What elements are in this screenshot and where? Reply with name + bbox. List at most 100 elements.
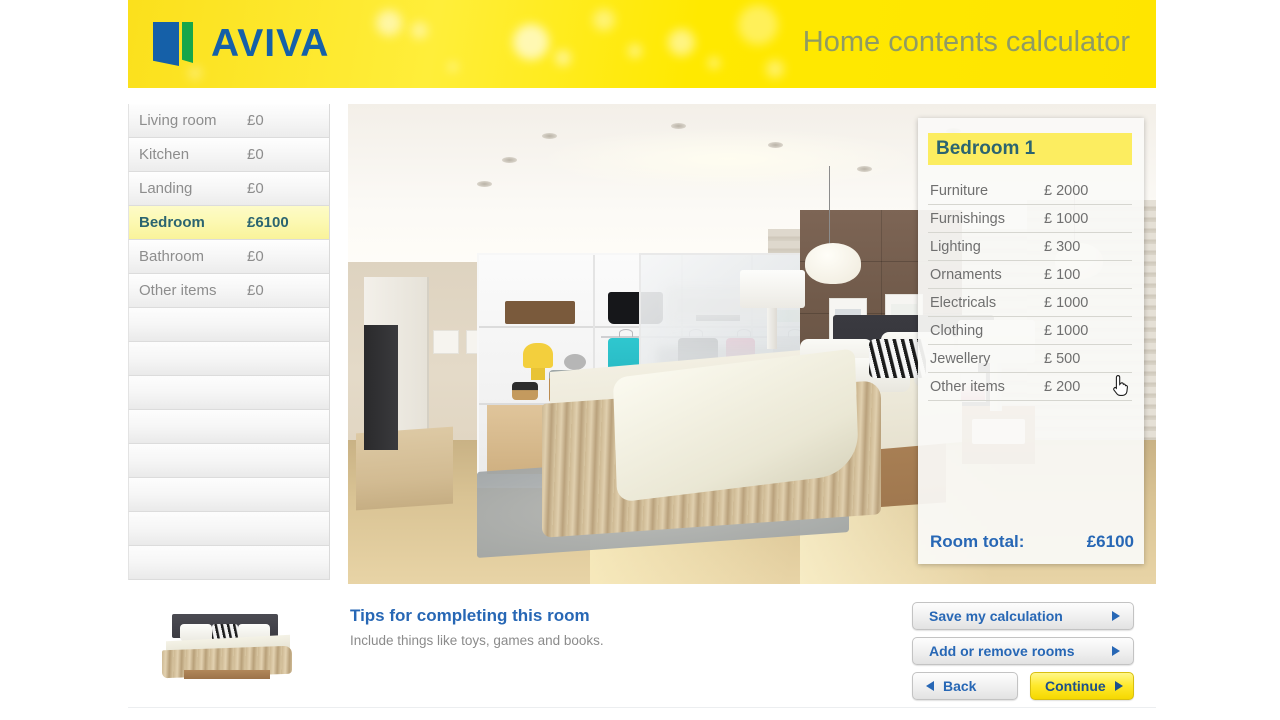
back-button[interactable]: Back	[912, 672, 1018, 700]
table-lamp-left	[739, 269, 805, 308]
pendant-light	[804, 243, 862, 284]
chevron-right-icon	[1112, 646, 1120, 656]
item-category-row[interactable]: Electricals £ 1000	[928, 289, 1132, 317]
sidebar-empty-row	[128, 410, 330, 444]
room-total-label: Room total:	[930, 532, 1025, 551]
item-category-list: Furniture £ 2000 Furnishings £ 1000 Lighting…	[928, 177, 1132, 401]
logo-wordmark: AVIVA	[211, 22, 330, 65]
header-bokeh-light	[376, 10, 402, 36]
rooms-button-label: Add or remove rooms	[929, 643, 1075, 659]
logo-blue-flag-shape	[153, 22, 179, 66]
page-title: Home contents calculator	[802, 26, 1130, 58]
room-thumbnail-bed	[150, 604, 310, 690]
item-category-row[interactable]: Jewellery £ 500	[928, 345, 1132, 373]
television	[364, 324, 399, 450]
item-category-row[interactable]: Clothing £ 1000	[928, 317, 1132, 345]
header-bokeh-light	[766, 60, 784, 78]
chevron-right-icon	[1112, 611, 1120, 621]
sidebar-room-value: £0	[247, 180, 264, 197]
page-header: AVIVA Home contents calculator	[128, 0, 1156, 88]
item-category-label: Electricals	[930, 294, 997, 311]
aviva-flag-icon	[153, 22, 197, 66]
header-bokeh-light	[188, 66, 202, 80]
sidebar-room-value: £0	[247, 112, 264, 129]
sidebar-room-row[interactable]: Other items £0	[128, 274, 330, 308]
ceiling-downlight-icon	[541, 132, 557, 139]
thumb-bed-base	[184, 670, 270, 679]
header-bokeh-light	[708, 57, 720, 69]
tips-subtitle: Include things like toys, games and book…	[350, 633, 604, 648]
continue-button[interactable]: Continue	[1030, 672, 1134, 700]
item-category-amount: £ 200	[1044, 378, 1081, 395]
decorative-plate	[563, 354, 586, 371]
item-category-label: Furniture	[930, 182, 989, 199]
trophy	[523, 342, 553, 369]
item-category-row[interactable]: Furnishings £ 1000	[928, 205, 1132, 233]
sidebar-room-name: Bathroom	[139, 248, 205, 265]
item-category-row[interactable]: Furniture £ 2000	[928, 177, 1132, 205]
item-category-amount: £ 1000	[1044, 322, 1089, 339]
ceiling-downlight-icon	[501, 156, 517, 163]
pendant-light-cord	[828, 166, 830, 248]
sidebar-room-name: Landing	[139, 180, 193, 197]
sidebar-room-name: Living room	[139, 112, 217, 129]
app-root: AVIVA Home contents calculator Living ro…	[0, 0, 1280, 720]
header-bokeh-light	[593, 9, 615, 31]
header-bokeh-light	[411, 22, 428, 39]
action-buttons: Save my calculation Add or remove rooms …	[912, 602, 1144, 700]
item-category-label: Furnishings	[930, 210, 1005, 227]
item-category-label: Clothing	[930, 322, 984, 339]
sidebar-room-name: Other items	[139, 282, 217, 299]
room-total-value: £6100	[1086, 532, 1134, 551]
sidebar-room-value: £6100	[247, 214, 289, 231]
header-bokeh-light	[513, 24, 549, 60]
continue-button-label: Continue	[1045, 678, 1106, 694]
tips-title: Tips for completing this room	[350, 606, 590, 625]
sidebar-empty-row	[128, 546, 330, 580]
item-category-amount: £ 500	[1044, 350, 1081, 367]
aviva-logo[interactable]: AVIVA	[153, 22, 329, 66]
header-bokeh-light	[738, 5, 778, 45]
item-category-row[interactable]: Lighting £ 300	[928, 233, 1132, 261]
item-category-amount: £ 1000	[1044, 294, 1089, 311]
back-button-label: Back	[943, 678, 977, 694]
logo-green-bar-shape	[182, 22, 193, 63]
sidebar-empty-row	[128, 444, 330, 478]
room-list-sidebar: Living room £0 Kitchen £0 Landing £0 Bedroom £6…	[128, 104, 330, 580]
header-bokeh-light	[668, 29, 695, 56]
light-switch-icon	[432, 329, 459, 354]
chevron-left-icon	[926, 681, 934, 691]
room-items-panel: Bedroom 1 Furniture £ 2000 Furnishings £ 10…	[918, 118, 1144, 564]
save-button-label: Save my calculation	[929, 608, 1063, 624]
tips-block: Tips for completing this room Include th…	[350, 606, 604, 648]
save-my-calculation-button[interactable]: Save my calculation	[912, 602, 1134, 630]
sidebar-empty-row	[128, 308, 330, 342]
sidebar-room-row[interactable]: Bathroom £0	[128, 240, 330, 274]
item-category-label: Other items	[930, 378, 1005, 395]
header-bokeh-light	[628, 44, 642, 58]
lamp-stem	[766, 305, 778, 349]
chevron-right-icon	[1115, 681, 1123, 691]
item-category-label: Lighting	[930, 238, 981, 255]
room-total: Room total: £6100	[930, 532, 1134, 552]
sidebar-empty-row	[128, 342, 330, 376]
sidebar-room-value: £0	[247, 282, 264, 299]
item-category-label: Jewellery	[930, 350, 991, 367]
sidebar-room-name: Kitchen	[139, 146, 190, 163]
add-or-remove-rooms-button[interactable]: Add or remove rooms	[912, 637, 1134, 665]
sidebar-empty-row	[128, 376, 330, 410]
sidebar-room-row[interactable]: Living room £0	[128, 104, 330, 138]
sidebar-room-row[interactable]: Kitchen £0	[128, 138, 330, 172]
header-bokeh-light	[448, 62, 458, 72]
item-category-row[interactable]: Ornaments £ 100	[928, 261, 1132, 289]
sidebar-room-row[interactable]: Bedroom £6100	[128, 206, 330, 240]
item-category-row[interactable]: Other items £ 200	[928, 373, 1132, 401]
sidebar-empty-row	[128, 478, 330, 512]
header-bokeh-light	[555, 50, 571, 66]
sidebar-room-row[interactable]: Landing £0	[128, 172, 330, 206]
sidebar-room-value: £0	[247, 248, 264, 265]
storage-box	[505, 301, 575, 325]
ceiling-downlight-icon	[477, 180, 493, 187]
sidebar-empty-row	[128, 512, 330, 546]
item-category-amount: £ 100	[1044, 266, 1081, 283]
